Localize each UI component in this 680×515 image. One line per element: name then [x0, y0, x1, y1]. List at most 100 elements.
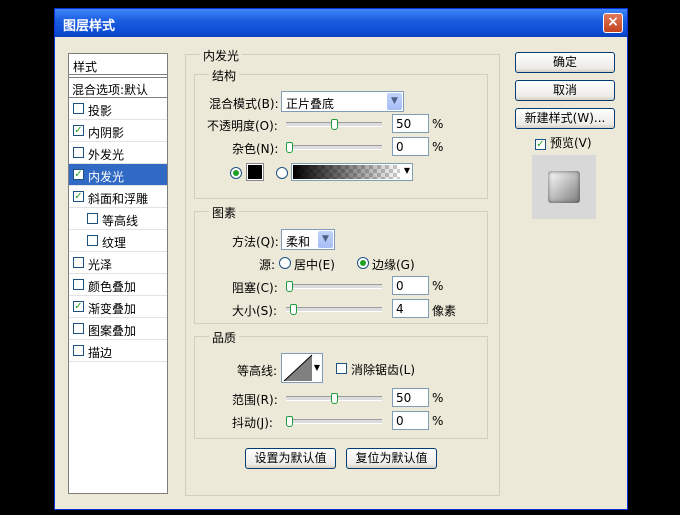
opacity-label: 不透明度(O):	[207, 119, 278, 133]
sidebar-item-label: 内发光	[88, 170, 125, 184]
blend-mode-value: 正片叠底	[286, 97, 335, 111]
method-label: 方法(Q):	[232, 235, 279, 249]
structure-title: 结构	[209, 67, 240, 84]
choke-slider-thumb[interactable]	[286, 281, 293, 292]
noise-slider-track[interactable]	[286, 145, 382, 150]
structure-group: 结构 混合模式(B): 正片叠底 ▼ 不透明度(O): 50 % 杂色(N): …	[194, 67, 488, 199]
choke-input[interactable]: 0	[392, 276, 429, 295]
sidebar-item-label: 颜色叠加	[88, 280, 137, 294]
size-slider-track[interactable]	[286, 307, 382, 312]
sidebar-item-label: 外发光	[88, 148, 125, 162]
sidebar-item-label: 描边	[88, 346, 113, 360]
close-icon[interactable]: ×	[603, 13, 623, 33]
set-default-button[interactable]: 设置为默认值	[245, 448, 336, 469]
chevron-down-icon[interactable]: ▼	[314, 363, 320, 372]
styles-heading[interactable]: 样式	[69, 54, 167, 75]
sidebar-item-checkbox[interactable]	[73, 257, 84, 268]
source-edge-label[interactable]: 边缘(G)	[372, 256, 415, 273]
size-input[interactable]: 4	[392, 299, 429, 318]
contour-curve-icon	[283, 354, 313, 382]
sidebar-item-label: 图案叠加	[88, 324, 137, 338]
jitter-input[interactable]: 0	[392, 411, 429, 430]
opacity-input[interactable]: 50	[392, 114, 429, 133]
sidebar-item-checkbox[interactable]	[73, 147, 84, 158]
check-icon[interactable]: ✓	[73, 125, 84, 136]
antialias-label[interactable]: 消除锯齿(L)	[351, 361, 415, 378]
size-slider-thumb[interactable]	[290, 304, 297, 315]
sidebar-item-checkbox[interactable]	[73, 103, 84, 114]
choke-slider-track[interactable]	[286, 284, 382, 289]
sidebar-item[interactable]: 等高线	[69, 208, 167, 230]
check-icon[interactable]: ✓	[73, 301, 84, 312]
noise-slider-thumb[interactable]	[286, 142, 293, 153]
method-select[interactable]: 柔和 ▼	[281, 229, 335, 250]
jitter-unit: %	[432, 414, 444, 428]
check-icon[interactable]: ✓	[73, 191, 84, 202]
sidebar-item-label: 渐变叠加	[88, 302, 137, 316]
sidebar-item[interactable]: 颜色叠加	[69, 274, 167, 296]
elements-group: 图素 方法(Q): 柔和 ▼ 源: 居中(E) 边缘(G) 阻塞(C): 0 %…	[194, 204, 488, 324]
jitter-slider-thumb[interactable]	[286, 416, 293, 427]
sidebar-item-checkbox[interactable]	[73, 345, 84, 356]
color-swatch[interactable]	[246, 163, 264, 181]
preview-label[interactable]: 预览(V)	[550, 134, 592, 151]
elements-title: 图素	[209, 204, 240, 221]
source-label: 源:	[259, 258, 276, 272]
check-icon[interactable]: ✓	[73, 169, 84, 180]
sidebar-item[interactable]: ✓ 渐变叠加	[69, 296, 167, 318]
source-edge-radio[interactable]	[357, 257, 369, 269]
gradient-picker[interactable]: ▼	[291, 163, 413, 181]
preview-checkbox[interactable]: ✓	[535, 139, 546, 150]
reset-default-button[interactable]: 复位为默认值	[346, 448, 437, 469]
layer-style-dialog: 图层样式 × 样式 混合选项:默认 投影 ✓ 内阴影外发光 ✓ 内发光 ✓ 斜面和浮雕等高线…	[54, 8, 628, 510]
sidebar-item-label: 纹理	[102, 236, 127, 250]
sidebar-item[interactable]: ✓ 斜面和浮雕	[69, 186, 167, 208]
antialias-checkbox[interactable]	[336, 363, 347, 374]
sidebar-item[interactable]: 纹理	[69, 230, 167, 252]
solid-color-radio[interactable]	[230, 167, 242, 179]
gradient-radio[interactable]	[276, 167, 288, 179]
sidebar-item[interactable]: 描边	[69, 340, 167, 362]
range-unit: %	[432, 391, 444, 405]
cancel-button[interactable]: 取消	[515, 80, 615, 101]
new-style-button[interactable]: 新建样式(W)...	[515, 108, 615, 129]
contour-picker[interactable]: ▼	[281, 353, 323, 383]
quality-title: 品质	[209, 329, 240, 346]
chevron-down-icon[interactable]: ▼	[404, 166, 410, 175]
panel-title: 内发光	[200, 47, 243, 64]
source-center-radio[interactable]	[279, 257, 291, 269]
range-label: 范围(R):	[232, 393, 278, 407]
contour-label: 等高线:	[237, 364, 278, 378]
sidebar-item[interactable]: ✓ 内阴影	[69, 120, 167, 142]
source-center-label[interactable]: 居中(E)	[294, 256, 335, 273]
sidebar-item-checkbox[interactable]	[73, 323, 84, 334]
sidebar-item[interactable]: 光泽	[69, 252, 167, 274]
jitter-slider-track[interactable]	[286, 419, 382, 424]
chevron-down-icon[interactable]: ▼	[318, 231, 333, 248]
size-unit: 像素	[432, 304, 457, 318]
noise-input[interactable]: 0	[392, 137, 429, 156]
sidebar-item-label: 光泽	[88, 258, 113, 272]
jitter-label: 抖动(J):	[232, 416, 273, 430]
range-input[interactable]: 50	[392, 388, 429, 407]
sidebar-item-checkbox[interactable]	[87, 235, 98, 246]
range-slider-thumb[interactable]	[330, 393, 338, 404]
blend-mode-select[interactable]: 正片叠底 ▼	[281, 91, 404, 112]
sidebar-item-checkbox[interactable]	[87, 213, 98, 224]
ok-button[interactable]: 确定	[515, 52, 615, 73]
sidebar-item[interactable]: 图案叠加	[69, 318, 167, 340]
noise-label: 杂色(N):	[232, 142, 279, 156]
sidebar-item-label: 等高线	[102, 214, 139, 228]
blend-mode-label: 混合模式(B):	[209, 97, 279, 111]
window-title: 图层样式	[63, 19, 116, 34]
sidebar-item[interactable]: ✓ 内发光	[69, 164, 167, 186]
inner-glow-panel: 内发光 结构 混合模式(B): 正片叠底 ▼ 不透明度(O): 50 % 杂色(…	[185, 47, 500, 496]
sidebar-item[interactable]: 外发光	[69, 142, 167, 164]
choke-label: 阻塞(C):	[232, 281, 278, 295]
opacity-slider-thumb[interactable]	[330, 119, 338, 130]
styles-list: 样式 混合选项:默认 投影 ✓ 内阴影外发光 ✓ 内发光 ✓ 斜面和浮雕等高线纹理光泽颜色叠…	[68, 53, 168, 494]
blend-options-item[interactable]: 混合选项:默认	[69, 77, 167, 98]
sidebar-item-checkbox[interactable]	[73, 279, 84, 290]
chevron-down-icon[interactable]: ▼	[387, 93, 402, 110]
sidebar-item[interactable]: 投影	[69, 98, 167, 120]
